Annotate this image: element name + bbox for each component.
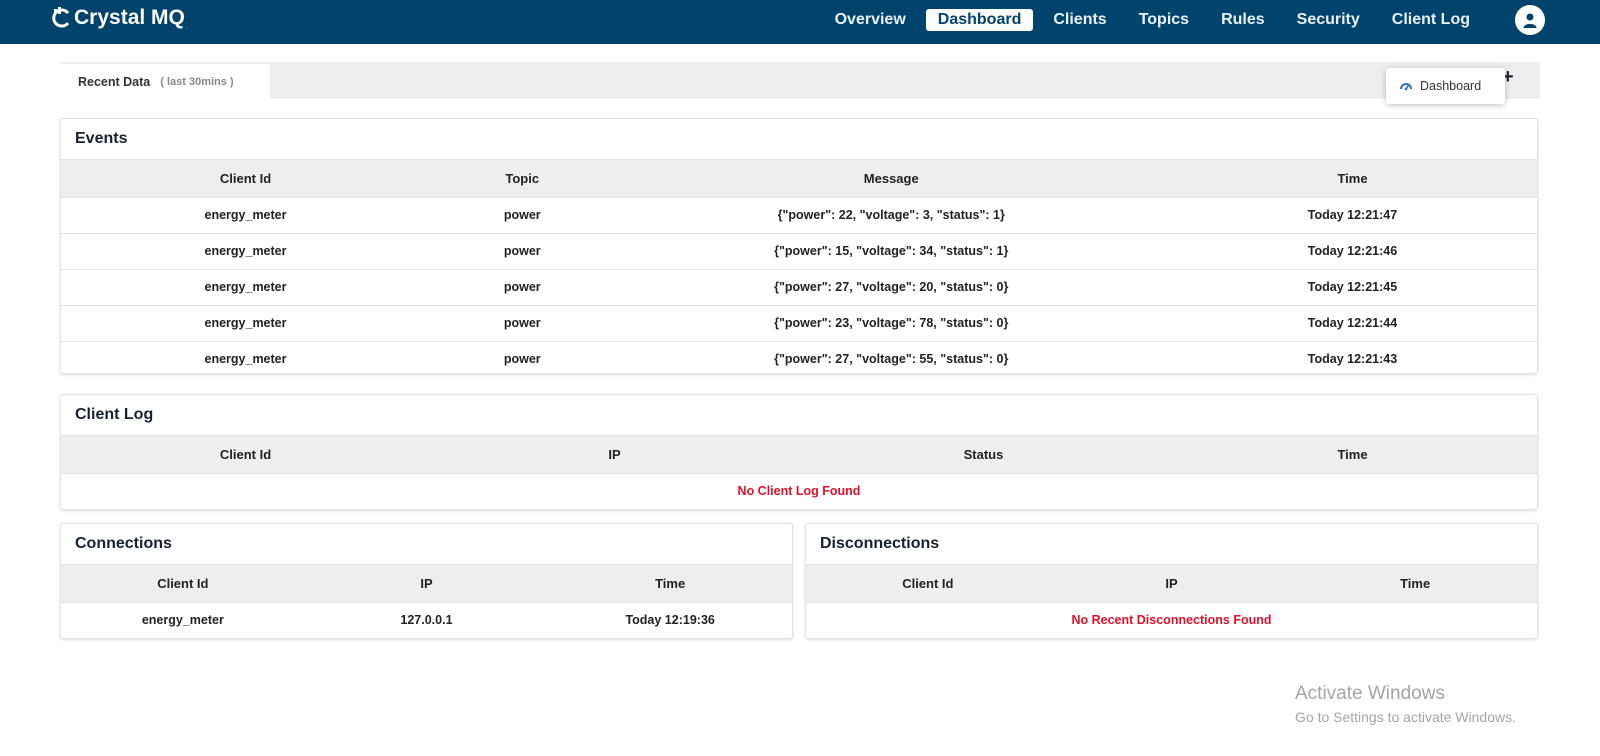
tab-recent-sub: ( last 30mins )	[160, 75, 234, 88]
col-topic[interactable]: Topic	[430, 160, 615, 197]
events-title: Events	[61, 119, 1537, 160]
cell-time: Today 12:21:47	[1168, 196, 1537, 233]
main-nav: Overview Dashboard Clients Topics Rules …	[815, 9, 1482, 31]
cell-client-id: energy_meter	[61, 601, 305, 638]
cell-client-id: energy_meter	[61, 304, 430, 341]
user-icon	[1523, 13, 1537, 28]
table-row: energy_meter power {"power": 15, "voltag…	[61, 232, 1537, 269]
table-row: energy_meter power {"power": 23, "voltag…	[61, 304, 1537, 341]
events-header-row: Client Id Topic Message Time	[61, 160, 1537, 197]
col-ip[interactable]: IP	[430, 436, 799, 473]
col-time[interactable]: Time	[1293, 565, 1537, 602]
cell-time: Today 12:21:45	[1168, 268, 1537, 305]
nav-overview[interactable]: Overview	[823, 9, 918, 31]
events-table: Client Id Topic Message Time energy_mete…	[61, 160, 1537, 373]
col-time[interactable]: Time	[1168, 436, 1537, 473]
nav-dashboard[interactable]: Dashboard	[925, 9, 1034, 31]
dropdown-label: Dashboard	[1420, 79, 1482, 93]
client-log-table: Client Id IP Status Time No Client Log F…	[61, 436, 1537, 509]
cell-message: {"power": 15, "voltage": 34, "status": 1…	[614, 232, 1168, 269]
windows-activation-watermark: Activate Windows Go to Settings to activ…	[1295, 683, 1516, 725]
col-message[interactable]: Message	[614, 160, 1168, 197]
col-client-id[interactable]: Client Id	[61, 436, 430, 473]
brand[interactable]: Crystal MQ	[50, 6, 185, 30]
cell-client-id: energy_meter	[61, 340, 430, 373]
cell-topic: power	[430, 304, 615, 341]
table-row: energy_meter 127.0.0.1 Today 12:19:36	[61, 601, 792, 638]
tab-recent-data[interactable]: Recent Data ( last 30mins )	[60, 64, 270, 99]
empty-row: No Client Log Found	[61, 472, 1537, 509]
watermark-title: Activate Windows	[1295, 683, 1445, 704]
dashboard-gauge-icon	[1400, 83, 1412, 91]
empty-row: No Recent Disconnections Found	[806, 601, 1537, 638]
cell-topic: power	[430, 340, 615, 373]
disconnections-header-row: Client Id IP Time	[806, 565, 1537, 602]
col-time[interactable]: Time	[1168, 160, 1537, 197]
client-log-empty-message: No Client Log Found	[61, 472, 1537, 509]
events-card: Events Client Id Topic Message Time ener…	[60, 118, 1538, 374]
cell-client-id: energy_meter	[61, 232, 430, 269]
connections-card: Connections Client Id IP Time energy_met…	[60, 523, 793, 639]
cell-time: Today 12:21:46	[1168, 232, 1537, 269]
cell-time: Today 12:19:36	[548, 601, 792, 638]
cell-message: {"power": 23, "voltage": 78, "status": 0…	[614, 304, 1168, 341]
cell-client-id: energy_meter	[61, 268, 430, 305]
nav-rules[interactable]: Rules	[1209, 9, 1277, 31]
cell-message: {"power": 22, "voltage": 3, "status": 1}	[614, 196, 1168, 233]
col-client-id[interactable]: Client Id	[61, 565, 305, 602]
nav-clients[interactable]: Clients	[1041, 9, 1118, 31]
client-log-header-row: Client Id IP Status Time	[61, 436, 1537, 473]
tab-recent-label: Recent Data	[78, 74, 151, 89]
col-ip[interactable]: IP	[304, 565, 549, 602]
connections-table: Client Id IP Time energy_meter 127.0.0.1…	[61, 565, 792, 638]
col-ip[interactable]: IP	[1049, 565, 1294, 602]
disconnections-table: Client Id IP Time No Recent Disconnectio…	[806, 565, 1537, 638]
col-status[interactable]: Status	[799, 436, 1168, 473]
disconnections-title: Disconnections	[806, 524, 1537, 565]
nav-security[interactable]: Security	[1285, 9, 1372, 31]
cell-client-id: energy_meter	[61, 196, 430, 233]
col-client-id[interactable]: Client Id	[61, 160, 430, 197]
client-log-card: Client Log Client Id IP Status Time No C…	[60, 394, 1538, 510]
disconnections-card: Disconnections Client Id IP Time No Rece…	[805, 523, 1538, 639]
col-time[interactable]: Time	[548, 565, 792, 602]
cell-time: Today 12:21:43	[1168, 340, 1537, 373]
brand-name: Crystal MQ	[74, 6, 185, 29]
col-client-id[interactable]: Client Id	[806, 565, 1050, 602]
nav-topics[interactable]: Topics	[1127, 9, 1201, 31]
disconnections-empty-message: No Recent Disconnections Found	[806, 601, 1537, 638]
connections-header-row: Client Id IP Time	[61, 565, 792, 602]
table-row: energy_meter power {"power": 27, "voltag…	[61, 268, 1537, 305]
dashboard-dropdown-item[interactable]: Dashboard	[1386, 68, 1505, 104]
connections-title: Connections	[61, 524, 792, 565]
table-row: energy_meter power {"power": 22, "voltag…	[61, 196, 1537, 233]
cell-ip: 127.0.0.1	[304, 601, 549, 638]
tab-strip: Recent Data ( last 30mins )	[60, 62, 1540, 99]
cell-topic: power	[430, 268, 615, 305]
cell-topic: power	[430, 232, 615, 269]
cell-time: Today 12:21:44	[1168, 304, 1537, 341]
cell-message: {"power": 27, "voltage": 20, "status": 0…	[614, 268, 1168, 305]
top-navbar: Crystal MQ Overview Dashboard Clients To…	[0, 0, 1600, 44]
watermark-subtitle: Go to Settings to activate Windows.	[1295, 709, 1516, 725]
nav-client-log[interactable]: Client Log	[1380, 9, 1482, 31]
cell-message: {"power": 27, "voltage": 55, "status": 0…	[614, 340, 1168, 373]
user-avatar-button[interactable]	[1515, 5, 1545, 35]
table-row: energy_meter power {"power": 27, "voltag…	[61, 340, 1537, 373]
crystal-logo-icon	[52, 7, 70, 28]
cell-topic: power	[430, 196, 615, 233]
client-log-title: Client Log	[61, 395, 1537, 436]
